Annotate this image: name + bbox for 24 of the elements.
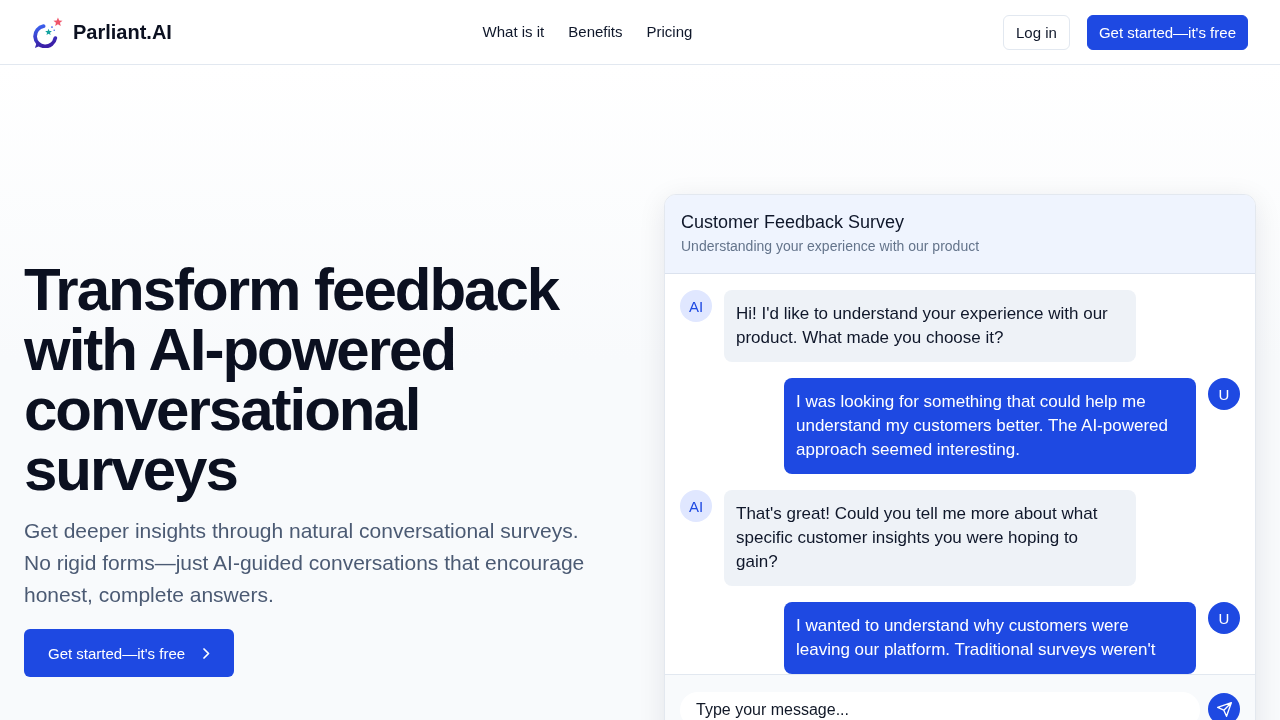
nav-link[interactable]: What is it (482, 22, 545, 42)
hero-headline: Transform feedback with AI-powered conversational surveys (24, 260, 561, 500)
nav-link[interactable]: Benefits (568, 22, 623, 42)
user-message: I wanted to understand why customers were leaving our platform. Traditional surveys weren't (784, 602, 1196, 674)
chat-title: Customer Feedback Survey (681, 211, 906, 234)
paper-plane-icon (1216, 701, 1232, 717)
message-input[interactable]: Type your message... (680, 692, 1200, 720)
chevron-right-icon (203, 647, 211, 659)
send-button[interactable] (1208, 693, 1240, 720)
hero-description: Get deeper insights through natural conversational surveys. No rigid forms—just AI-guided conversations that encourage honest, complete answers. (24, 518, 586, 608)
chat-subtitle: Understanding your experience with our product (681, 237, 981, 256)
nav-link[interactable]: Pricing (646, 22, 693, 42)
logo-link[interactable]: Parliant.AI (33, 16, 172, 48)
user-message: I was looking for something that could help me understand my customers better. The AI-powered approach seemed interesting. (784, 378, 1196, 474)
assistant-avatar: AI (680, 290, 712, 322)
logo-icon (33, 16, 63, 48)
user-avatar: U (1208, 378, 1240, 410)
assistant-message: That's great! Could you tell me more about what specific customer insights you were hoping to gain? (724, 490, 1136, 586)
get-started-button[interactable]: Get started—it's free (24, 629, 235, 677)
user-avatar: U (1208, 602, 1240, 634)
login-button[interactable]: Log in (1003, 14, 1070, 50)
get-started-button[interactable]: Get started—it's free (1086, 14, 1248, 50)
assistant-message: Hi! I'd like to understand your experience with our product. What made you choose it? (724, 290, 1136, 362)
assistant-avatar: AI (680, 490, 712, 522)
